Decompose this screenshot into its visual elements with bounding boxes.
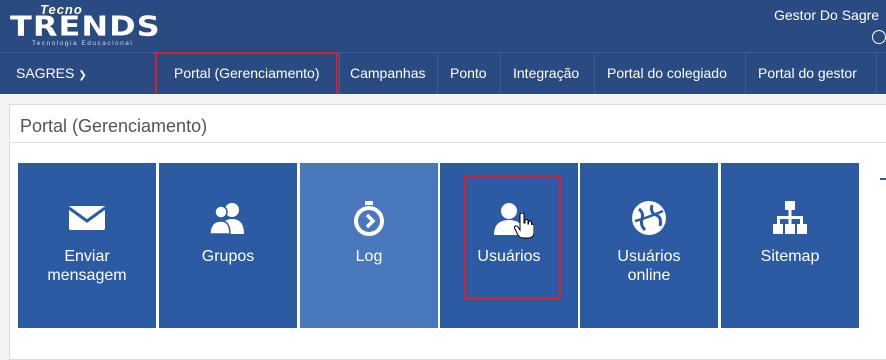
globe-icon: [580, 201, 718, 235]
nav-brand-dropdown[interactable]: SAGRES ❯: [16, 65, 87, 81]
page-title: Portal (Gerenciamento): [20, 116, 208, 136]
envelope-icon: [18, 201, 156, 235]
top-header: Tecno TRENDS Tecnologia Educacional Gest…: [0, 0, 886, 52]
tile-label: Log: [355, 248, 383, 265]
nav-divider: [876, 53, 877, 94]
tile-usuarios-online[interactable]: Usuários online: [580, 163, 718, 328]
chevron-down-icon: ❯: [78, 70, 87, 81]
tile-enviar-mensagem[interactable]: Enviar mensagem: [18, 163, 156, 328]
nav-item-portal-gestor[interactable]: Portal do gestor: [748, 53, 867, 94]
nav-divider: [594, 53, 595, 94]
nav-item-campanhas[interactable]: Campanhas: [340, 53, 436, 94]
tile-label: Grupos: [201, 248, 255, 265]
tile-label: Usuários online: [617, 248, 681, 284]
nav-item-portal-colegiado[interactable]: Portal do colegiado: [597, 53, 737, 94]
offscreen-content-edge: [880, 178, 886, 180]
nav-divider: [745, 53, 746, 94]
tecnotrends-logo[interactable]: Tecno TRENDS Tecnologia Educacional: [10, 2, 175, 48]
main-navbar: SAGRES ❯ Portal (Gerenciamento) Campanhas…: [0, 52, 886, 94]
stopwatch-icon: [300, 201, 438, 236]
logo-main-text: TRENDS: [10, 10, 161, 43]
tile-sitemap[interactable]: Sitemap: [721, 163, 859, 328]
panel-header: Portal (Gerenciamento): [10, 105, 886, 143]
nav-item-integracao[interactable]: Integração: [503, 53, 589, 94]
logo-tagline: Tecnologia Educacional: [32, 40, 134, 47]
nav-divider: [437, 53, 438, 94]
nav-item-ponto[interactable]: Ponto: [440, 53, 497, 94]
tile-highlight-box: [464, 175, 561, 299]
hand-cursor-icon: [513, 212, 535, 244]
tile-log[interactable]: Log: [300, 163, 438, 328]
user-name[interactable]: Gestor Do Sagre: [774, 7, 879, 23]
users-group-icon: [159, 201, 297, 235]
nav-brand-label: SAGRES: [16, 65, 75, 81]
tile-label: Enviar mensagem: [47, 248, 127, 284]
tile-label: Sitemap: [760, 248, 820, 265]
nav-divider: [500, 53, 501, 94]
tile-grupos[interactable]: Grupos: [159, 163, 297, 328]
clock-icon: [872, 30, 886, 44]
sitemap-icon: [721, 201, 859, 235]
nav-highlight-box: [155, 52, 338, 96]
